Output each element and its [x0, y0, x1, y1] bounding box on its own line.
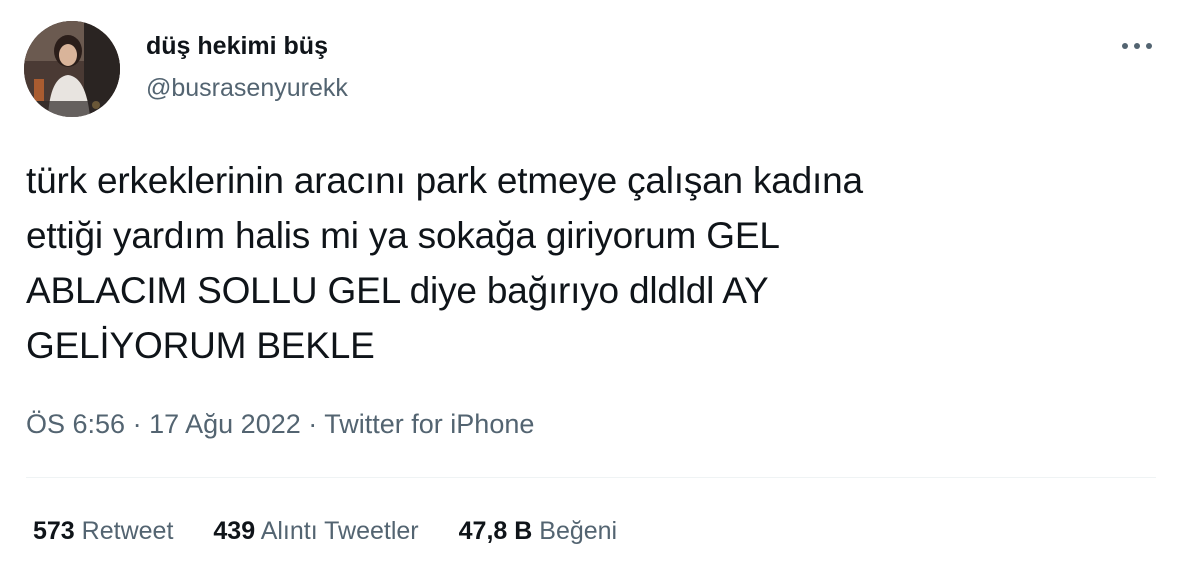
stat-retweets[interactable]: 573 Retweet: [33, 514, 173, 548]
stat-likes-label: Beğeni: [539, 517, 618, 545]
stat-retweets-count: 573: [33, 517, 75, 545]
avatar[interactable]: [24, 21, 120, 117]
more-horizontal-icon: [1122, 43, 1152, 49]
stat-retweets-label: Retweet: [81, 517, 174, 545]
tweet-source[interactable]: Twitter for iPhone: [324, 409, 534, 439]
stat-likes-count: 47,8 B: [458, 517, 533, 545]
stat-likes[interactable]: 47,8 B Beğeni: [459, 514, 617, 548]
tweet-meta: ÖS 6:56 · 17 Ağu 2022 · Twitter for iPho…: [26, 406, 534, 442]
tweet-time[interactable]: ÖS 6:56: [26, 409, 125, 439]
meta-separator: ·: [132, 409, 142, 439]
avatar-photo: [24, 21, 120, 117]
tweet-date[interactable]: 17 Ağu 2022: [149, 409, 301, 439]
stat-quote-tweets-label: Alıntı Tweetler: [260, 517, 419, 545]
divider: [26, 477, 1156, 478]
tweet: düş hekimi büş @busrasenyurekk türk erke…: [0, 0, 1182, 572]
tweet-stats: 573 Retweet 439 Alıntı Tweetler 47,8 B B…: [33, 514, 657, 548]
author-display-name[interactable]: düş hekimi büş: [146, 30, 328, 62]
tweet-text: türk erkeklerinin aracını park etmeye ça…: [26, 160, 863, 366]
author-handle[interactable]: @busrasenyurekk: [146, 72, 348, 104]
stat-quote-tweets-count: 439: [213, 517, 256, 545]
stat-quote-tweets[interactable]: 439 Alıntı Tweetler: [213, 514, 418, 548]
more-options-button[interactable]: [1112, 30, 1162, 62]
meta-separator: ·: [308, 409, 318, 439]
